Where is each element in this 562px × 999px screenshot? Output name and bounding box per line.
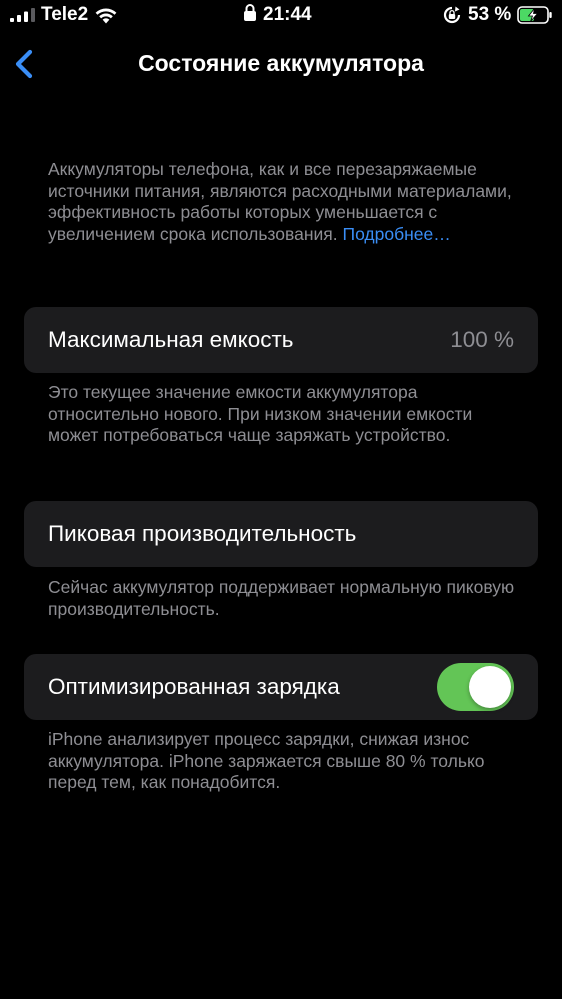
optimized-charging-label: Оптимизированная зарядка bbox=[48, 674, 340, 699]
peak-performance-label: Пиковая производительность bbox=[48, 521, 357, 546]
max-capacity-cell: Максимальная емкость 100 % bbox=[24, 307, 538, 373]
status-time: 21:44 bbox=[263, 4, 312, 25]
battery-charging-icon bbox=[517, 6, 552, 24]
page-title: Состояние аккумулятора bbox=[138, 50, 424, 76]
wifi-icon bbox=[95, 8, 117, 24]
peak-performance-footer: Сейчас аккумулятор поддерживает нормальн… bbox=[48, 577, 515, 619]
signal-icon bbox=[10, 8, 35, 22]
battery-percent: 53 % bbox=[468, 4, 512, 25]
lock-icon bbox=[244, 4, 256, 21]
max-capacity-label: Максимальная емкость bbox=[48, 327, 294, 352]
carrier-name: Tele2 bbox=[41, 4, 89, 25]
toggle-knob bbox=[469, 666, 511, 708]
max-capacity-value: 100 % bbox=[450, 327, 514, 352]
intro-description: Аккумуляторы телефона, как и все перезар… bbox=[48, 159, 528, 245]
learn-more-link[interactable]: Подробнее… bbox=[342, 224, 450, 244]
peak-performance-cell: Пиковая производительность bbox=[24, 501, 538, 567]
optimized-charging-toggle[interactable] bbox=[437, 663, 514, 711]
status-bar: Tele2 21:44 53 % bbox=[0, 0, 562, 32]
optimized-charging-footer: iPhone анализирует процесс зарядки, сниж… bbox=[48, 729, 485, 792]
max-capacity-footer: Это текущее значение емкости аккумулятор… bbox=[48, 382, 473, 445]
optimized-charging-cell: Оптимизированная зарядка bbox=[24, 654, 538, 720]
rotation-lock-icon bbox=[443, 6, 461, 24]
